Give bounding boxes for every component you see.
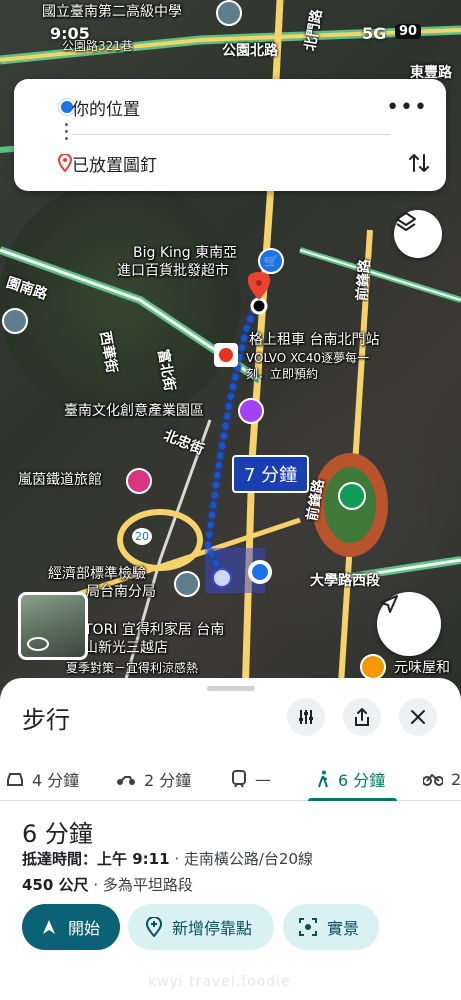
map-label-car-rental-ad-2: 刻．立即預約: [246, 367, 319, 381]
school-icon[interactable]: [2, 308, 28, 334]
add-stop-icon: [146, 917, 162, 937]
map-label-supermarket-2[interactable]: 進口百貨批發超市: [117, 263, 229, 280]
route-terrain: · 多為平坦路段: [93, 876, 193, 894]
government-building-icon[interactable]: [174, 571, 200, 597]
tab-cycling-label: 2: [451, 769, 461, 789]
shopping-cart-icon[interactable]: 🛒: [258, 248, 284, 274]
map-label-car-rental[interactable]: 格上租車 台南北門站: [249, 332, 379, 349]
directions-sheet: 步行 4 分鐘 2 分鐘 — 6 分鐘 2 6 分鐘 抵達時間：上午 9:11 …: [0, 678, 461, 1000]
route-options-button[interactable]: [287, 698, 325, 736]
live-view-label: 實景: [327, 919, 360, 938]
distance-line: 450 公尺 · 多為平坦路段: [22, 874, 193, 895]
arrival-label: 抵達時間：: [22, 850, 98, 868]
map-label-restaurant[interactable]: 元味屋和: [394, 660, 450, 677]
map-label-store-2[interactable]: 山新光三越店: [84, 640, 168, 657]
car-icon: [7, 773, 23, 786]
travel-mode-tabs: 4 分鐘 2 分鐘 — 6 分鐘 2: [0, 758, 461, 801]
recenter-button[interactable]: [377, 592, 441, 656]
route-via: · 走南橫公路/台20線: [174, 850, 314, 868]
origin-row[interactable]: 你的位置 •••: [14, 82, 446, 132]
arrival-line: 抵達時間：上午 9:11 · 走南橫公路/台20線: [22, 848, 313, 869]
school-icon-top[interactable]: [216, 0, 242, 26]
tab-transit[interactable]: —: [231, 758, 271, 800]
road-label-daxue: 大學路西段: [310, 573, 380, 589]
culture-park-icon[interactable]: [238, 398, 264, 424]
arrival-time: 上午 9:11: [97, 850, 170, 868]
route-duration: 6 分鐘: [22, 820, 93, 848]
tab-transit-label: —: [255, 769, 271, 789]
add-stop-button[interactable]: 新增停靠點: [128, 904, 274, 950]
map-label-car-rental-ad: VOLVO XC40逐夢每一: [246, 351, 370, 365]
tab-driving-label: 4 分鐘: [32, 771, 80, 790]
tab-motorcycle-label: 2 分鐘: [144, 771, 192, 790]
sheet-drag-handle[interactable]: [207, 686, 255, 691]
car-rental-logo[interactable]: [214, 343, 238, 367]
train-icon: [232, 770, 246, 788]
map-label-store-ad: 夏季對策－宜得利涼感熱: [66, 661, 199, 675]
close-button[interactable]: [399, 698, 437, 736]
add-stop-label: 新增停靠點: [172, 919, 253, 938]
origin-field[interactable]: 你的位置: [72, 95, 140, 120]
destination-field[interactable]: 已放置圖釘: [72, 151, 157, 176]
street-view-rotate-icon: [27, 637, 49, 651]
street-view-thumbnail[interactable]: [18, 592, 88, 660]
road-shield: 20: [132, 528, 152, 545]
share-icon: [355, 708, 369, 726]
map-label-bureau-2[interactable]: 局台南分局: [86, 584, 156, 601]
tab-walking-label: 6 分鐘: [338, 771, 386, 790]
tab-cycling[interactable]: 2: [423, 758, 461, 800]
live-view-icon: [299, 918, 317, 936]
route-input-card: 你的位置 ••• 已放置圖釘: [14, 79, 446, 191]
route-distance: 450 公尺: [22, 876, 89, 894]
network-indicator: 5G: [362, 24, 387, 43]
layers-icon: [396, 212, 416, 231]
map-label-store[interactable]: TORI 宜得利家居 台南: [84, 622, 224, 639]
swap-direction-icon[interactable]: [408, 151, 430, 175]
navigation-icon: [43, 920, 55, 934]
walk-duration-badge[interactable]: 7 分鐘: [232, 455, 310, 493]
motorcycle-icon: [117, 776, 135, 785]
map-label-bureau[interactable]: 經濟部標準檢驗: [48, 566, 146, 583]
restaurant-icon[interactable]: [360, 654, 386, 680]
navigation-arrow-icon: [380, 595, 398, 613]
watermark: kwyi travel.foodie: [148, 974, 291, 990]
hotel-icon[interactable]: [126, 468, 152, 494]
road-label-park-north: 公園北路: [222, 43, 278, 59]
destination-pin-icon: [58, 154, 72, 172]
map-label-school[interactable]: 國立臺南第二高級中學: [42, 4, 182, 21]
close-icon: [411, 710, 425, 724]
map-label-address: 公園路321巷: [62, 39, 133, 53]
park-marker-icon[interactable]: [338, 482, 366, 510]
layers-button[interactable]: [394, 210, 442, 258]
more-options-button[interactable]: •••: [386, 95, 428, 120]
share-button[interactable]: [343, 698, 381, 736]
tab-driving[interactable]: 4 分鐘: [6, 758, 79, 800]
map-label-hostel[interactable]: 嵐茵鐵道旅館: [18, 472, 102, 489]
start-button[interactable]: 開始: [22, 904, 120, 950]
map-label-culture-park[interactable]: 臺南文化創意產業園區: [64, 403, 204, 420]
map-label-supermarket[interactable]: Big King 東南亞: [133, 245, 237, 262]
destination-row[interactable]: 已放置圖釘: [14, 138, 446, 188]
road-label-qianfeng: 前鋒路: [354, 258, 374, 302]
battery-indicator: 90: [395, 24, 422, 39]
bicycle-icon: [423, 773, 443, 786]
tab-motorcycle[interactable]: 2 分鐘: [116, 758, 191, 800]
tune-icon: [299, 710, 313, 724]
input-divider: [72, 134, 390, 135]
start-button-label: 開始: [68, 919, 101, 938]
sheet-title: 步行: [22, 706, 70, 734]
tab-walking[interactable]: 6 分鐘: [307, 758, 398, 801]
live-view-button[interactable]: 實景: [283, 904, 379, 950]
walk-icon: [318, 770, 328, 788]
